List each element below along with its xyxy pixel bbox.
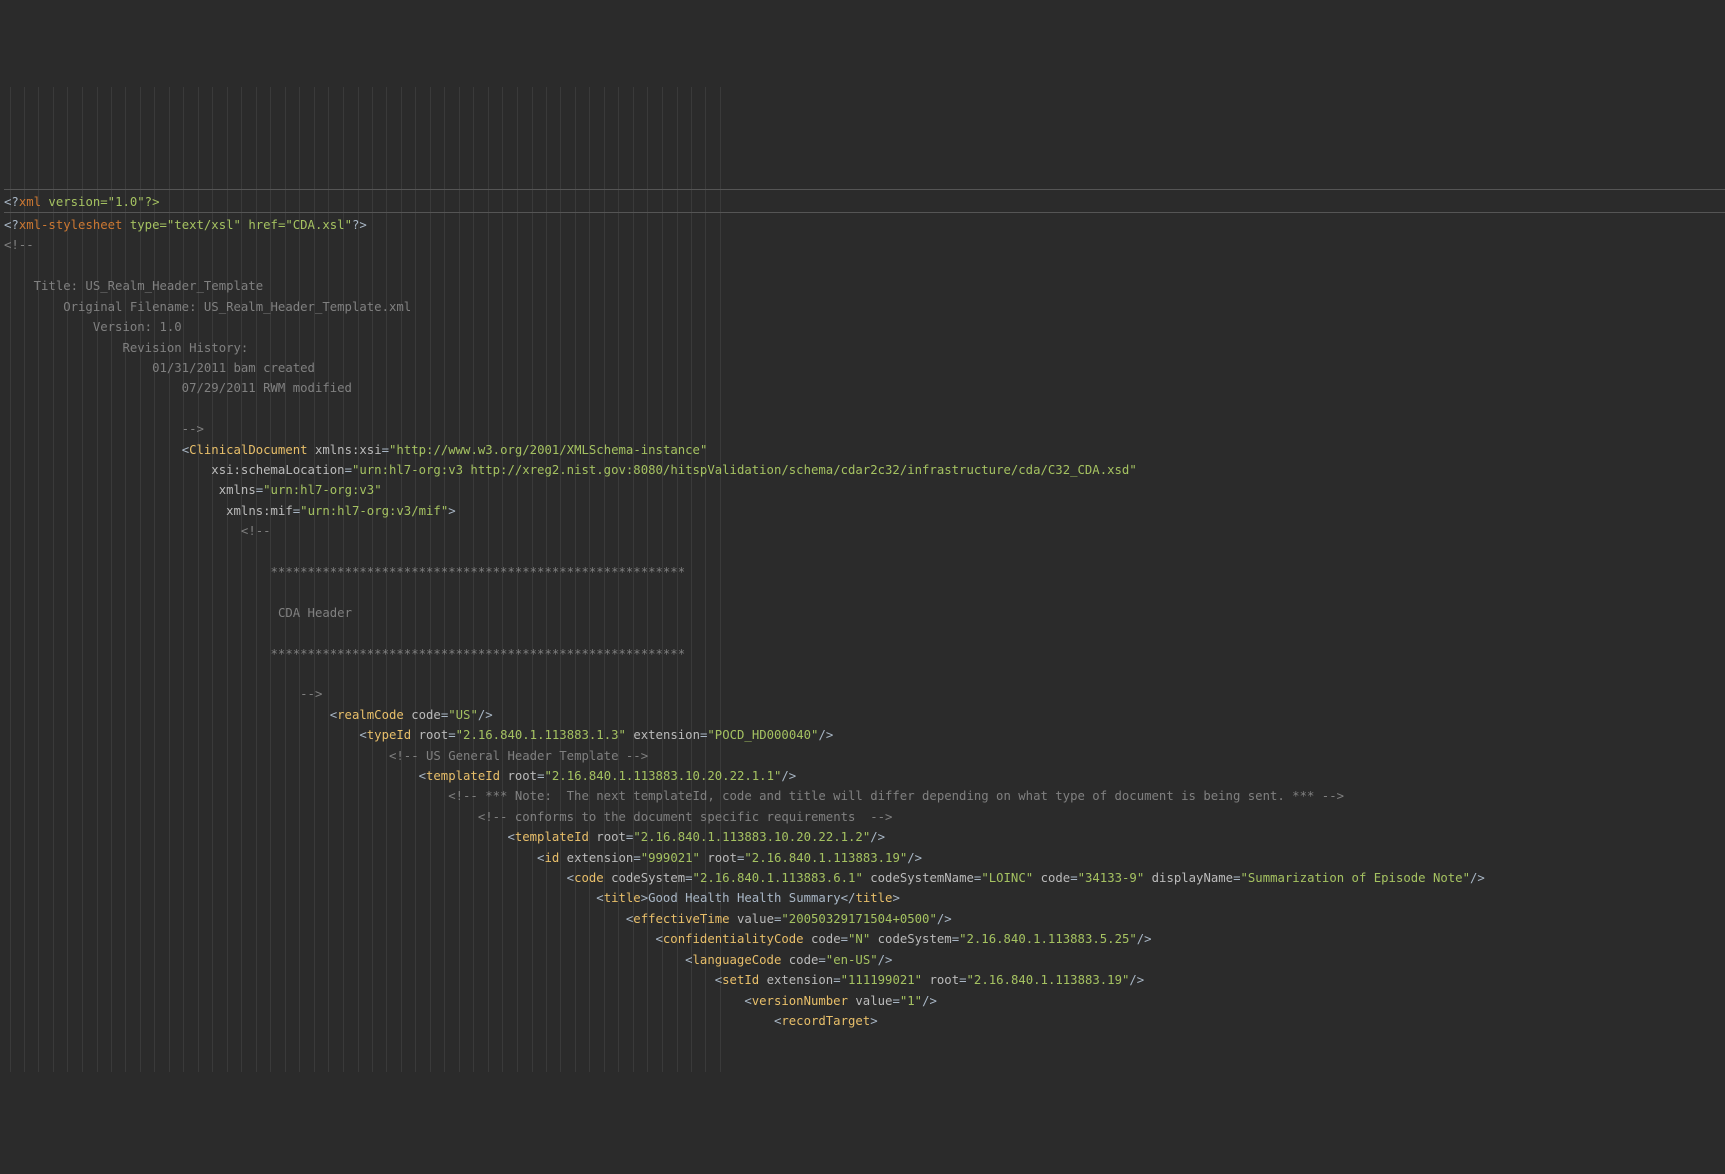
pi-open: <?: [4, 195, 19, 209]
comment-rev2: 07/29/2011 RWM modified: [4, 381, 352, 395]
tag-templateid: templateId: [515, 830, 589, 844]
code-line: <templateId root="2.16.840.1.113883.10.2…: [4, 769, 796, 783]
code-line: <versionNumber value="1"/>: [4, 994, 937, 1008]
code-line: <confidentialityCode code="N" codeSystem…: [4, 932, 1152, 946]
code-content: <?xml version="1.0"?> <?xml-stylesheet t…: [4, 168, 1725, 1051]
code-line: <effectiveTime value="20050329171504+050…: [4, 912, 952, 926]
code-line: xsi:schemaLocation="urn:hl7-org:v3 http:…: [4, 463, 1137, 477]
comment-line: [4, 259, 11, 273]
code-editor[interactable]: <?xml version="1.0"?> <?xml-stylesheet t…: [4, 87, 1725, 1073]
tag-clinicaldocument: ClinicalDocument: [189, 443, 307, 457]
comment-version: Version: 1.0: [4, 320, 182, 334]
comment-filename: Original Filename: US_Realm_Header_Templ…: [4, 300, 411, 314]
pi-xml-attrs: version="1.0"?>: [41, 195, 159, 209]
code-line: xmlns:mif="urn:hl7-org:v3/mif">: [4, 504, 456, 518]
comment-blank: [4, 402, 11, 416]
pi-xml: xml: [19, 195, 41, 209]
code-line: CDA Header: [4, 606, 352, 620]
comment-blank: [4, 626, 11, 640]
comment-rev1: 01/31/2011 bam created: [4, 361, 315, 375]
code-line: ****************************************…: [4, 565, 685, 579]
comment-blank: [4, 545, 11, 559]
tag-title: title: [604, 891, 641, 905]
pi-xsl: xml-stylesheet: [19, 218, 123, 232]
tag-code: code: [574, 871, 604, 885]
comment-blank: [4, 585, 11, 599]
code-line: ****************************************…: [4, 647, 685, 661]
comment-open: <!--: [4, 238, 34, 252]
code-line: <id extension="999021" root="2.16.840.1.…: [4, 851, 922, 865]
code-line: xmlns="urn:hl7-org:v3": [4, 483, 382, 497]
code-line: <title>Good Health Health Summary</title…: [4, 891, 900, 905]
pi-open2: <?: [4, 218, 19, 232]
tag-confidentialitycode: confidentialityCode: [663, 932, 804, 946]
tag-typeid: typeId: [367, 728, 411, 742]
tag-id: id: [544, 851, 559, 865]
tag-versionnumber: versionNumber: [752, 994, 848, 1008]
code-line: <!-- *** Note: The next templateId, code…: [4, 789, 1344, 803]
comment-blank: [4, 667, 11, 681]
code-line: <templateId root="2.16.840.1.113883.10.2…: [4, 830, 885, 844]
comment-close: -->: [4, 422, 204, 436]
tag-recordtarget: recordTarget: [781, 1014, 870, 1028]
tag-effectivetime: effectiveTime: [633, 912, 729, 926]
code-line: -->: [4, 687, 322, 701]
code-line: <!-- conforms to the document specific r…: [4, 810, 892, 824]
pi-close2: ?>: [352, 218, 367, 232]
comment-title: Title: US_Realm_Header_Template: [4, 279, 263, 293]
tag-realmcode: realmCode: [337, 708, 404, 722]
code-line: <languageCode code="en-US"/>: [4, 953, 892, 967]
code-line: <!--: [4, 524, 271, 538]
tag-setid: setId: [722, 973, 759, 987]
code-line: <realmCode code="US"/>: [4, 708, 493, 722]
tag-languagecode: languageCode: [693, 953, 782, 967]
code-line: <code codeSystem="2.16.840.1.113883.6.1"…: [4, 871, 1485, 885]
pi-xsl-attrs: type="text/xsl" href="CDA.xsl": [122, 218, 352, 232]
code-line: <typeId root="2.16.840.1.113883.1.3" ext…: [4, 728, 833, 742]
code-line: <ClinicalDocument xmlns:xsi="http://www.…: [4, 443, 707, 457]
code-line: <!-- US General Header Template -->: [4, 749, 648, 763]
tag-templateid: templateId: [426, 769, 500, 783]
code-line: <setId extension="111199021" root="2.16.…: [4, 973, 1144, 987]
code-line: <recordTarget>: [4, 1014, 878, 1028]
comment-revhist: Revision History:: [4, 341, 248, 355]
